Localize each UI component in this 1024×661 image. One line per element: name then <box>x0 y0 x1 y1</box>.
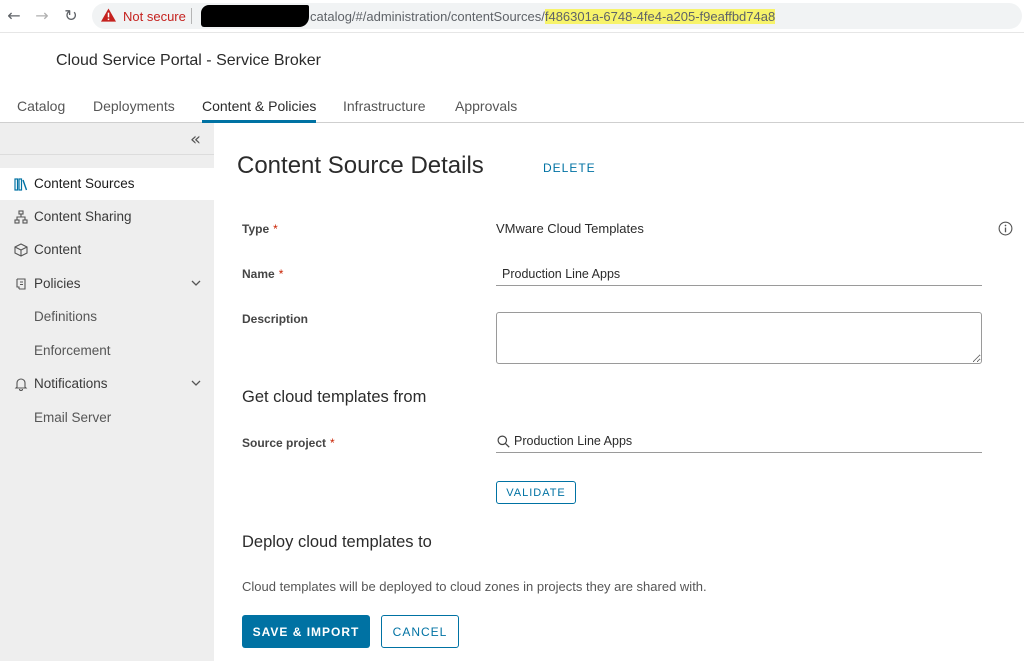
name-label: Name * <box>242 267 283 281</box>
description-label: Description <box>242 312 309 326</box>
source-project-value: Production Line Apps <box>514 434 633 448</box>
sidebar-item-definitions[interactable]: Definitions <box>0 301 214 333</box>
description-field[interactable] <box>496 312 982 364</box>
required-marker: * <box>330 436 335 450</box>
sidebar-item-label: Email Server <box>34 410 112 425</box>
library-icon <box>14 178 28 191</box>
sidebar-item-label: Content Sources <box>34 176 135 191</box>
type-label: Type * <box>242 222 278 236</box>
section-heading-deploy-templates: Deploy cloud templates to <box>242 533 432 551</box>
double-chevron-left-icon[interactable]: « <box>190 129 201 150</box>
cancel-button[interactable]: CANCEL <box>381 615 459 648</box>
tab-approvals[interactable]: Approvals <box>455 98 517 123</box>
warning-icon <box>101 8 116 22</box>
search-icon <box>497 435 510 448</box>
source-project-label: Source project * <box>242 436 335 450</box>
address-bar[interactable]: Not secure catalog/#/administration/cont… <box>92 3 1022 29</box>
sidebar-item-enforcement[interactable]: Enforcement <box>0 335 214 367</box>
address-divider <box>191 8 192 24</box>
sidebar-item-label: Enforcement <box>34 343 111 358</box>
url-highlighted-id: f486301a-6748-4fe4-a205-f9eaffbd74a8 <box>544 9 776 24</box>
sidebar-item-label: Content Sharing <box>34 209 132 224</box>
validate-button[interactable]: VALIDATE <box>496 481 576 504</box>
source-project-search[interactable]: Production Line Apps <box>496 432 982 453</box>
type-label-text: Type <box>242 222 270 236</box>
sidebar-item-content-sources[interactable]: Content Sources <box>0 168 214 200</box>
name-field[interactable] <box>496 262 982 286</box>
chevron-down-icon[interactable] <box>190 377 202 389</box>
sidebar-item-content-sharing[interactable]: Content Sharing <box>0 201 214 233</box>
main-nav-tabs: Catalog Deployments Content & Policies I… <box>0 88 1024 123</box>
reload-icon[interactable]: ↻ <box>62 7 80 25</box>
arrow-left-icon[interactable]: ← <box>5 7 23 25</box>
bell-icon <box>14 378 28 391</box>
section-heading-get-templates: Get cloud templates from <box>242 388 427 406</box>
not-secure-label[interactable]: Not secure <box>123 9 186 24</box>
save-import-button[interactable]: SAVE & IMPORT <box>242 615 370 648</box>
tab-catalog[interactable]: Catalog <box>17 98 65 123</box>
tab-deployments[interactable]: Deployments <box>93 98 175 123</box>
sidebar-item-policies[interactable]: Policies <box>0 268 214 300</box>
sidebar-item-notifications[interactable]: Notifications <box>0 368 214 400</box>
url-text[interactable]: catalog/#/administration/contentSources/… <box>310 9 776 24</box>
required-marker: * <box>273 222 278 236</box>
browser-toolbar: ← → ↻ Not secure catalog/#/administratio… <box>0 0 1024 33</box>
tab-infrastructure[interactable]: Infrastructure <box>343 98 425 123</box>
sidebar-item-email-server[interactable]: Email Server <box>0 402 214 434</box>
sidebar-item-content[interactable]: Content <box>0 234 214 266</box>
deploy-note: Cloud templates will be deployed to clou… <box>242 579 707 594</box>
sidebar-divider <box>0 154 214 155</box>
source-project-label-text: Source project <box>242 436 327 450</box>
redacted-host <box>201 5 309 27</box>
sidebar-item-label: Content <box>34 242 82 257</box>
sitemap-icon <box>14 210 28 224</box>
cube-icon <box>14 243 28 257</box>
app-title: Cloud Service Portal - Service Broker <box>56 52 321 69</box>
sidebar-item-label: Definitions <box>34 309 98 324</box>
sidebar: « Content Sources Content Sharing Conten… <box>0 123 214 661</box>
arrow-right-icon[interactable]: → <box>33 7 51 25</box>
sidebar-item-label: Policies <box>34 276 81 291</box>
required-marker: * <box>278 267 284 281</box>
name-label-text: Name <box>242 267 275 281</box>
sidebar-item-label: Notifications <box>34 376 108 391</box>
scroll-icon <box>16 278 26 290</box>
type-value: VMware Cloud Templates <box>496 221 644 236</box>
delete-button[interactable]: DELETE <box>543 161 596 175</box>
info-icon[interactable] <box>998 221 1013 236</box>
page-title: Content Source Details <box>237 152 484 179</box>
tab-content-policies[interactable]: Content & Policies <box>202 98 317 123</box>
chevron-down-icon[interactable] <box>190 277 202 289</box>
url-path: catalog/#/administration/contentSources/ <box>310 9 545 24</box>
